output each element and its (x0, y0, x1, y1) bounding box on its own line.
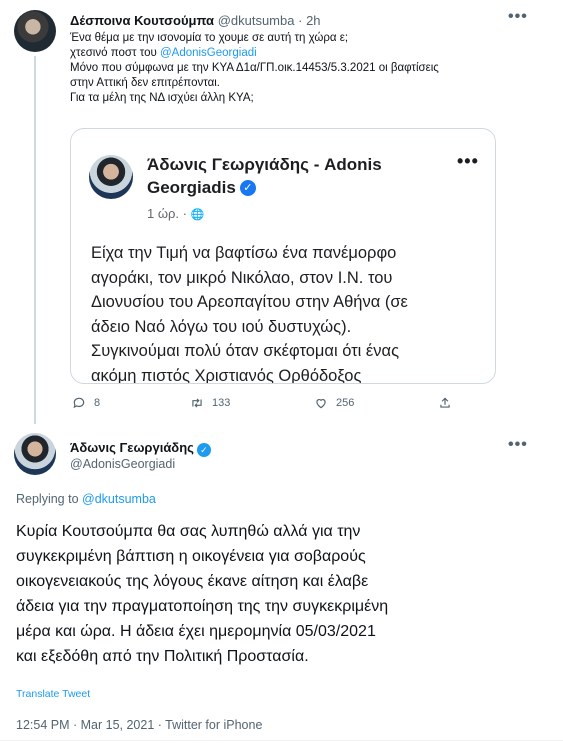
reply-button[interactable]: 8 (72, 396, 100, 410)
replying-mention[interactable]: @dkutsumba (82, 492, 156, 506)
avatar-adonis[interactable] (14, 433, 56, 475)
tweet1-text: Ένα θέμα με την ισονομία το χουμε σε αυτ… (70, 31, 490, 106)
fb-page-avatar (89, 155, 133, 199)
fb-page-name: Άδωνις Γεωργιάδης - Adonis Georgiadis ✓ (147, 153, 447, 199)
verified-icon: ✓ (239, 180, 256, 196)
tweet2-text: Κυρία Κουτσούμπα θα σας λυπηθώ αλλά για … (16, 519, 556, 669)
like-count: 256 (336, 397, 355, 409)
retweet-count: 133 (212, 397, 231, 409)
more-icon[interactable]: ••• (508, 8, 528, 26)
text-line: άδεια για την πραγματοποίηση της την συγ… (16, 598, 389, 615)
reply-count: 8 (94, 397, 101, 409)
facebook-post-card: Άδωνις Γεωργιάδης - Adonis Georgiadis ✓ 1… (71, 129, 495, 383)
more-icon: ••• (457, 151, 479, 171)
author-name-text: Άδωνις Γεωργιάδης (70, 440, 194, 455)
text-line: Κυρία Κουτσούμπα θα σας λυπηθώ αλλά για … (16, 523, 361, 540)
retweet-icon (192, 398, 202, 408)
fb-name-line2: Georgiadis (147, 178, 236, 197)
fb-time-text: 1 ώρ. · (147, 206, 191, 221)
text-line: συγκεκριμένη βάπτιση η οικογένεια για σο… (16, 548, 366, 565)
fb-text-line: ακόμη πιστός Χριστιανός Ορθόδοξος (91, 366, 362, 384)
tweet1-actions: 8 133 256 (70, 396, 490, 414)
text-fragment: χτεσινό ποστ του (70, 47, 160, 59)
fb-post-text: Είχα την Τιμή να βαφτίσω ένα πανέμορφο α… (91, 241, 491, 384)
fb-name-line1: Άδωνις Γεωργιάδης - Adonis (147, 155, 382, 174)
reply-icon (73, 397, 85, 409)
author-handle[interactable]: @dkutsumba (218, 13, 295, 28)
verified-icon: ✓ (196, 443, 211, 457)
translate-link[interactable]: Translate Tweet (16, 688, 90, 700)
avatar-despoina[interactable] (14, 10, 56, 52)
text-line: μέρα και ώρα. Η άδεια έχει ημερομηνία 05… (16, 623, 376, 640)
fb-text-line: Είχα την Τιμή να βαφτίσω ένα πανέμορφο (91, 244, 397, 262)
thread-line (34, 56, 36, 424)
tweet-despoina[interactable]: Δέσποινα Κουτσούμπα @dkutsumba · 2h ••• … (0, 0, 563, 424)
more-icon[interactable]: ••• (508, 436, 528, 454)
share-icon (440, 397, 450, 408)
author-name[interactable]: Δέσποινα Κουτσούμπα (70, 13, 214, 28)
fb-text-line: Συγκινούμαι πολύ όταν σκέφτομαι ότι ένας (91, 342, 400, 360)
embedded-facebook-post[interactable]: Άδωνις Γεωργιάδης - Adonis Georgiadis ✓ 1… (70, 128, 496, 384)
text-line: Για τα μέλη της ΝΔ ισχύει άλλη ΚΥΑ; (70, 92, 254, 104)
text-line: οικογενειακούς της λόγους έκανε αίτηση κ… (16, 573, 369, 590)
globe-icon: 🌐 (190, 209, 205, 221)
replying-prefix: Replying to (16, 492, 83, 506)
tweet1-header: Δέσποινα Κουτσούμπα @dkutsumba · 2h (70, 13, 321, 28)
divider (0, 740, 563, 741)
fb-text-line: άδειο Ναό λόγω του ιού δυστυχώς). (91, 317, 352, 336)
text-line: στην Αττική δεν επιτρέπονται. (70, 77, 220, 89)
tweet-time[interactable]: 2h (306, 13, 320, 28)
text-line: Μόνο που σύμφωνα με την ΚΥΑ Δ1α/ΓΠ.οικ.1… (70, 62, 439, 74)
retweet-button[interactable]: 133 (190, 396, 230, 410)
share-button[interactable] (438, 396, 452, 410)
fb-text-line: Διονυσίου του Αρεοπαγίτου στην Αθήνα (σε (91, 293, 408, 311)
fb-text-line: αγοράκι, τον μικρό Νικόλαο, στον Ι.Ν. το… (91, 268, 393, 287)
replying-to: Replying to @dkutsumba (16, 492, 156, 506)
author-handle[interactable]: @AdonisGeorgiadi (70, 457, 175, 471)
fb-post-time: 1 ώρ. · 🌐 (147, 206, 204, 221)
text-line: Ένα θέμα με την ισονομία το χουμε σε αυτ… (70, 32, 349, 44)
like-button[interactable]: 256 (314, 396, 354, 410)
author-name[interactable]: Άδωνις Γεωργιάδης ✓ (70, 440, 211, 457)
tweet-meta[interactable]: 12:54 PM · Mar 15, 2021 · Twitter for iP… (16, 718, 262, 732)
separator: · (298, 13, 303, 28)
text-line: και εξεδόθη από την Πολιτική Προστασία. (16, 648, 309, 665)
like-icon (316, 399, 326, 409)
mention-link[interactable]: @AdonisGeorgiadi (160, 47, 257, 59)
text-line: χτεσινό ποστ του @AdonisGeorgiadi (70, 46, 490, 61)
